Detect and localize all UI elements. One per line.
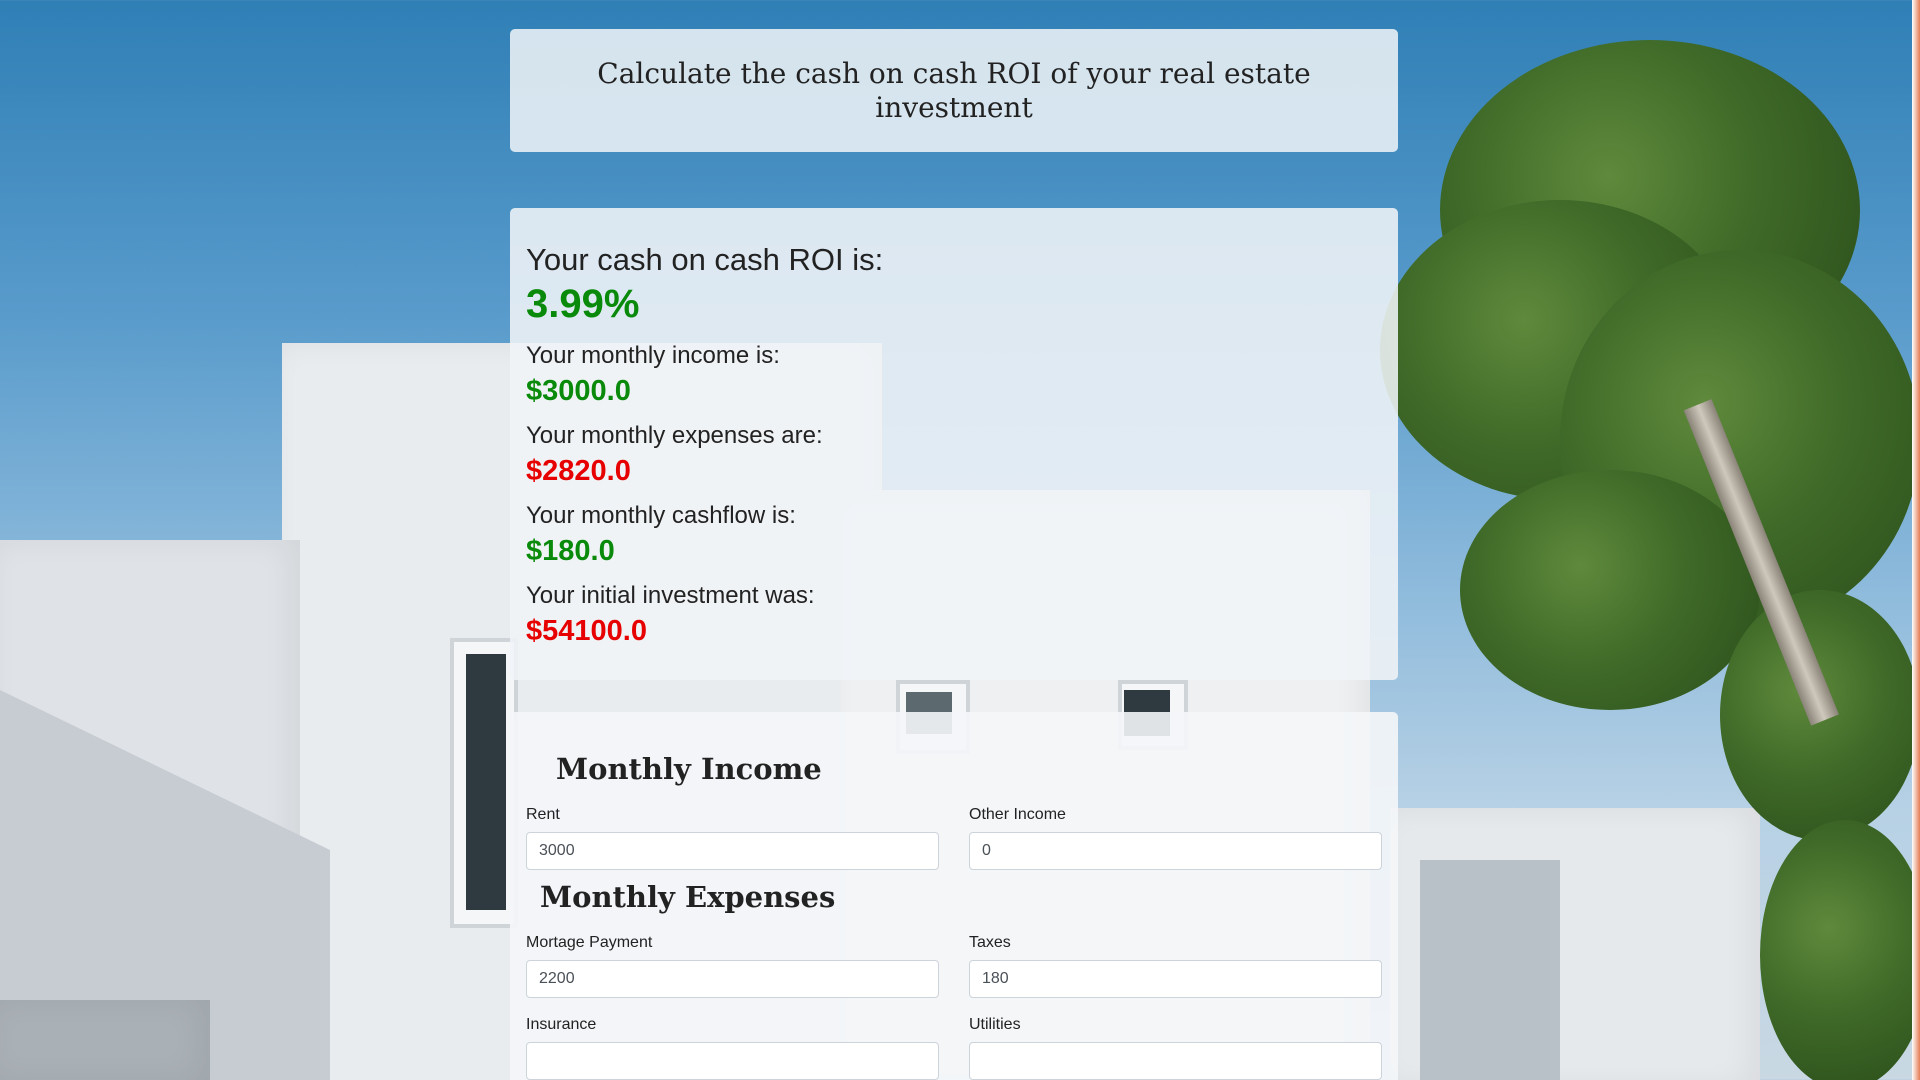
results-card: Your cash on cash ROI is: 3.99% Your mon… [510, 208, 1398, 680]
investment-label: Your initial investment was: [526, 582, 815, 609]
taxes-label: Taxes [969, 934, 1011, 951]
other-income-label: Other Income [969, 806, 1066, 823]
utilities-field: Utilities [969, 1016, 1382, 1080]
income-label: Your monthly income is: [526, 342, 780, 369]
income-value: $3000.0 [526, 375, 631, 407]
calculator-form: Monthly Income Rent Other Income Monthly… [510, 712, 1398, 1080]
income-row: Rent Other Income [526, 806, 1382, 870]
page-title: Calculate the cash on cash ROI of your r… [597, 56, 1311, 124]
insurance-input[interactable] [526, 1042, 939, 1080]
investment-value: $54100.0 [526, 615, 647, 647]
other-income-field: Other Income [969, 806, 1382, 870]
expenses-value: $2820.0 [526, 455, 631, 487]
monthly-expenses-heading: Monthly Expenses [540, 880, 836, 914]
taxes-field: Taxes [969, 934, 1382, 998]
mortgage-label: Mortage Payment [526, 934, 653, 951]
title-card: Calculate the cash on cash ROI of your r… [510, 29, 1398, 152]
taxes-input[interactable] [969, 960, 1382, 998]
cashflow-label: Your monthly cashflow is: [526, 502, 796, 529]
cashflow-value: $180.0 [526, 535, 615, 567]
other-income-input[interactable] [969, 832, 1382, 870]
roi-label: Your cash on cash ROI is: [526, 242, 884, 277]
expenses-label: Your monthly expenses are: [526, 422, 823, 449]
expenses-row-2: Insurance Utilities [526, 1016, 1382, 1080]
insurance-field: Insurance [526, 1016, 939, 1080]
mortgage-input[interactable] [526, 960, 939, 998]
mortgage-field: Mortage Payment [526, 934, 939, 998]
rent-label: Rent [526, 806, 560, 823]
roi-value: 3.99% [526, 282, 640, 326]
rent-input[interactable] [526, 832, 939, 870]
insurance-label: Insurance [526, 1016, 597, 1033]
rent-field: Rent [526, 806, 939, 870]
expenses-row-1: Mortage Payment Taxes [526, 934, 1382, 998]
utilities-input[interactable] [969, 1042, 1382, 1080]
monthly-income-heading: Monthly Income [556, 752, 822, 786]
utilities-label: Utilities [969, 1016, 1021, 1033]
